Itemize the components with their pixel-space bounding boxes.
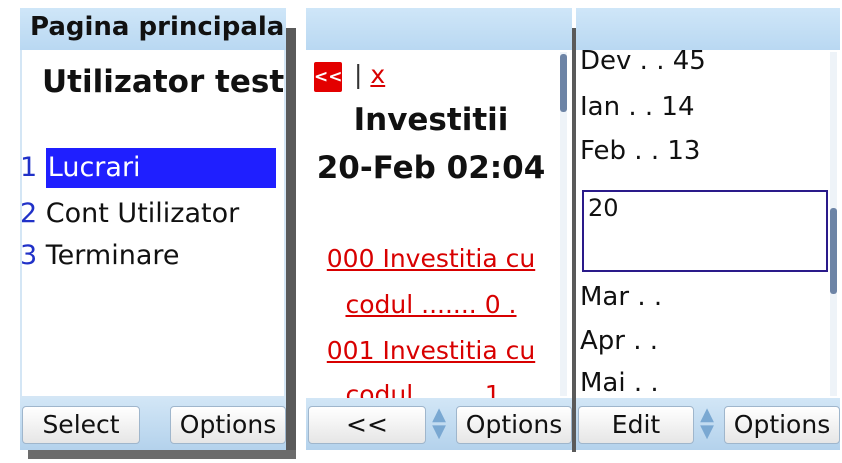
options-softkey[interactable]: Options <box>456 406 572 444</box>
edit-softkey[interactable]: Edit <box>578 406 694 444</box>
up-down-arrows-icon: ▲ ▼ <box>700 404 714 442</box>
investment-link-0[interactable]: 000 Investitia cu <box>306 244 556 273</box>
menu-item-lucrari[interactable]: 1 Lucrari <box>20 148 276 188</box>
separator: | <box>354 60 363 89</box>
panel-shadow <box>286 28 296 452</box>
investment-link-1[interactable]: 001 Investitia cu <box>306 336 556 365</box>
softkey-bar: << ▲ ▼ Options <box>306 398 572 450</box>
up-down-arrows-icon: ▲ ▼ <box>432 404 446 442</box>
options-softkey[interactable]: Options <box>170 406 286 444</box>
menu-item-terminare[interactable]: 3 Terminare <box>20 236 180 276</box>
list-item[interactable]: Ian . . 14 <box>580 92 695 122</box>
panel-shadow <box>28 450 296 459</box>
menu-item-cont-utilizator[interactable]: 2 Cont Utilizator <box>20 194 239 234</box>
edit-screen: Dev . . 45 Ian . . 14 Feb . . 13 20 Mar … <box>576 8 840 450</box>
select-softkey[interactable]: Select <box>22 406 140 444</box>
title-bar <box>576 8 840 50</box>
list-item[interactable]: Mai . . <box>580 368 659 398</box>
title-bar <box>306 8 572 50</box>
back-softkey[interactable]: << <box>308 406 426 444</box>
softkey-bar: Select Options <box>20 398 286 450</box>
menu-item-number: 3 <box>20 240 38 271</box>
scrollbar-thumb[interactable] <box>830 208 837 294</box>
title-bar: Pagina principala <box>20 8 286 50</box>
investments-screen: << | x Investitii 20-Feb 02:04 000 Inves… <box>306 8 572 450</box>
list-item[interactable]: Mar . . <box>580 282 662 312</box>
user-name: Utilizator test <box>42 64 285 100</box>
screen-title: Pagina principala <box>30 12 285 42</box>
menu-item-label: Lucrari <box>45 148 276 188</box>
menu-item-number: 1 <box>20 152 38 183</box>
page-title: Investitii <box>353 102 509 138</box>
back-arrow-icon[interactable]: << <box>314 62 343 92</box>
list-item[interactable]: Apr . . <box>580 326 658 356</box>
menu-item-number: 2 <box>20 198 38 229</box>
softkey-bar: Edit ▲ ▼ Options <box>576 398 840 450</box>
close-link[interactable]: | x <box>354 60 385 89</box>
scrollbar-thumb[interactable] <box>560 54 567 112</box>
date-time: 20-Feb 02:04 <box>316 150 546 186</box>
list-item[interactable]: Feb . . 13 <box>580 136 700 166</box>
investment-link-0-detail[interactable]: codul ....... 0 . <box>306 290 556 319</box>
menu-item-label: Cont Utilizator <box>45 198 240 229</box>
list-item[interactable]: Dev . . 45 <box>580 46 706 76</box>
menu-item-label: Terminare <box>45 240 180 271</box>
close-icon[interactable]: x <box>370 60 385 89</box>
home-screen: Pagina principala Utilizator test 1 Lucr… <box>20 8 286 450</box>
options-softkey[interactable]: Options <box>724 406 840 444</box>
value-input[interactable]: 20 <box>582 190 828 272</box>
